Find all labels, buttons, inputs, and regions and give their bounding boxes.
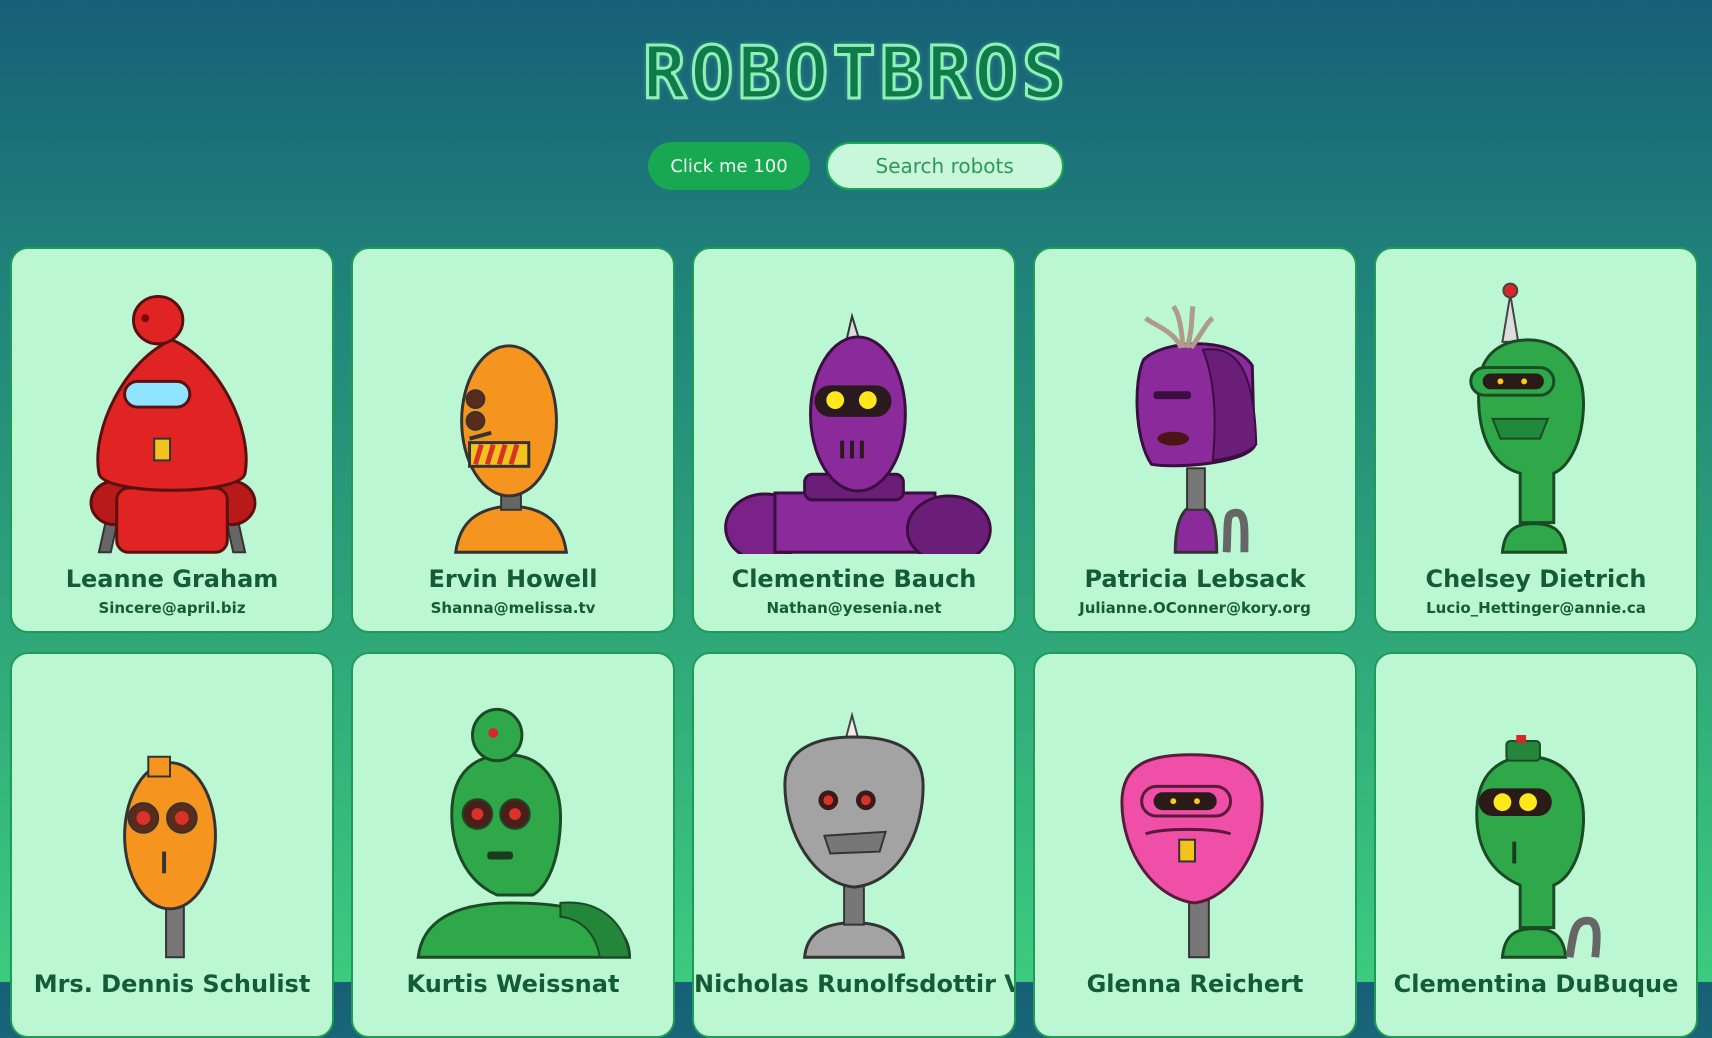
robot-email: Lucio_Hettinger@annie.ca [1426,599,1646,617]
robot-email: Shanna@melissa.tv [430,599,596,617]
robot-name: Mrs. Dennis Schulist [33,970,311,998]
robot-name: Clementina DuBuque [1393,970,1679,998]
robot-avatar-image [89,294,257,554]
search-input[interactable] [825,142,1064,190]
robot-avatar-image [454,344,569,554]
robot-name: Chelsey Dietrich [1425,565,1647,593]
robot-card[interactable]: Nicholas Runolfsdottir V [692,652,1016,1038]
robot-card[interactable]: Clementina DuBuque [1374,652,1698,1038]
robot-name: Nicholas Runolfsdottir V [694,970,1016,998]
robot-card[interactable]: Kurtis Weissnat [351,652,675,1038]
robot-name: Leanne Graham [65,565,279,593]
robot-avatar-image [123,755,217,959]
robot-grid: Leanne Graham Sincere@april.biz Ervin Ho… [10,247,1698,1038]
robot-avatar-image [724,312,992,554]
robot-avatar-image [1120,753,1264,959]
robot-avatar-image [1469,282,1585,554]
robot-email: Sincere@april.biz [98,599,246,617]
robot-email: Julianne.OConner@kory.org [1079,599,1311,617]
robot-avatar-image [416,707,632,959]
robot-card[interactable]: Leanne Graham Sincere@april.biz [10,247,334,633]
robot-name: Clementine Bauch [731,565,977,593]
robot-card[interactable]: Clementine Bauch Nathan@yesenia.net [692,247,1016,633]
robot-name: Patricia Lebsack [1084,565,1306,593]
robot-name: Glenna Reichert [1086,970,1304,998]
click-me-button[interactable]: Click me 100 [648,142,810,190]
robot-card[interactable]: Chelsey Dietrich Lucio_Hettinger@annie.c… [1374,247,1698,633]
robot-name: Ervin Howell [428,565,598,593]
robot-card[interactable]: Patricia Lebsack Julianne.OConner@kory.o… [1033,247,1357,633]
robot-avatar-image [1475,735,1601,959]
robot-email: Nathan@yesenia.net [766,599,942,617]
robot-avatar-image [783,711,925,959]
robot-name: Kurtis Weissnat [406,970,620,998]
robot-avatar-image [1135,304,1258,554]
controls-bar: Click me 100 [0,142,1712,190]
robot-card[interactable]: Glenna Reichert [1033,652,1357,1038]
robot-card[interactable]: Mrs. Dennis Schulist [10,652,334,1038]
app-logo: ROBOTBROS [641,30,1070,117]
robot-card[interactable]: Ervin Howell Shanna@melissa.tv [351,247,675,633]
